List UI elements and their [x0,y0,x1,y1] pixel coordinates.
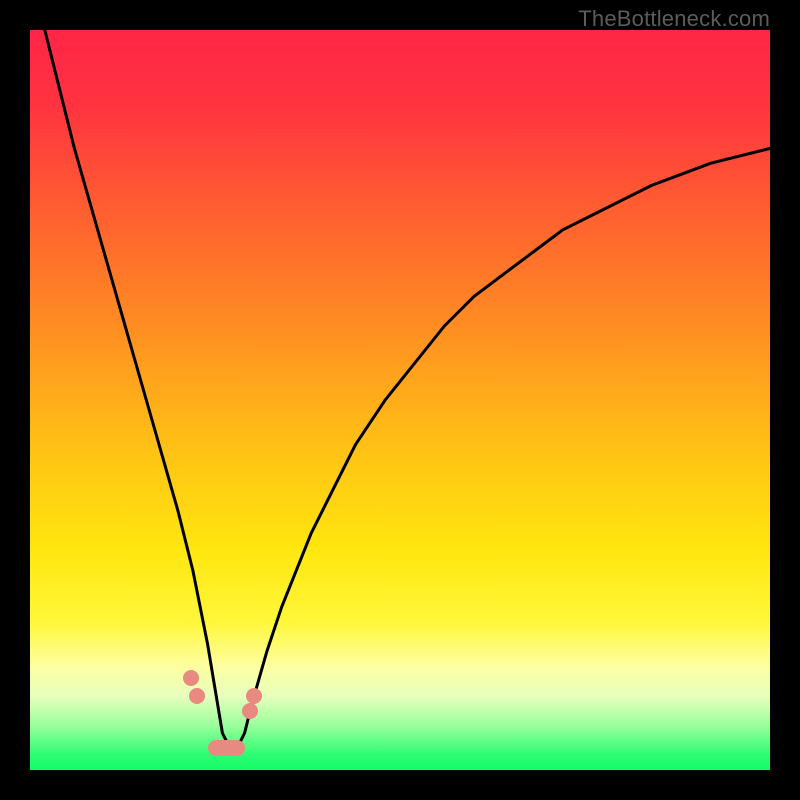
marker-dot [189,688,205,704]
background-gradient [30,30,770,770]
marker-dot [242,703,258,719]
watermark-text: TheBottleneck.com [578,6,770,32]
marker-dot [246,688,262,704]
plot-area [30,30,770,770]
marker-segment [208,740,245,756]
chart-frame: TheBottleneck.com [0,0,800,800]
marker-dot [183,670,199,686]
